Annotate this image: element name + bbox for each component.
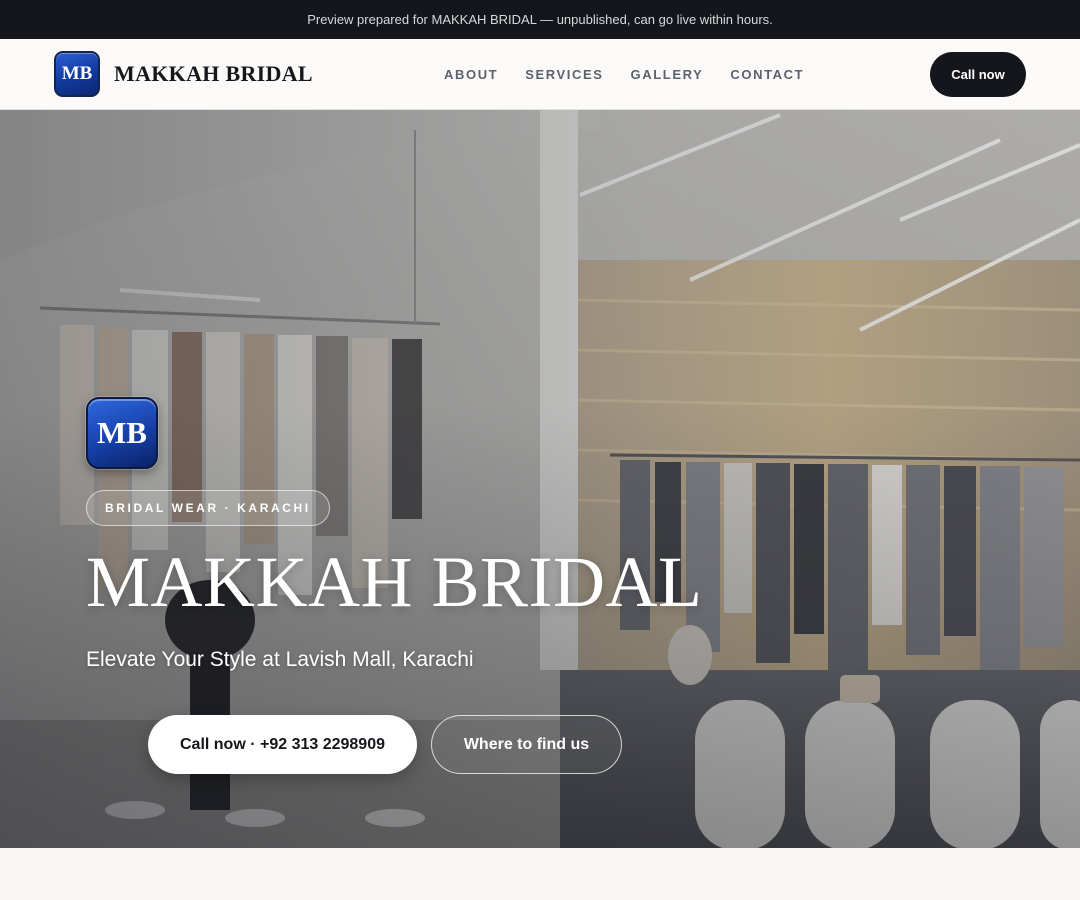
nav-contact[interactable]: CONTACT (730, 67, 804, 82)
hero-title: MAKKAH BRIDAL (86, 542, 703, 622)
nav-about[interactable]: ABOUT (444, 67, 498, 82)
hero-actions: Call now · +92 313 2298909 Where to find… (148, 715, 622, 774)
brand-name[interactable]: MAKKAH BRIDAL (114, 61, 313, 87)
call-now-button[interactable]: Call now · +92 313 2298909 (148, 715, 417, 774)
nav-services[interactable]: SERVICES (525, 67, 603, 82)
brand-logo[interactable]: MB (54, 51, 100, 97)
where-to-find-us-button[interactable]: Where to find us (431, 715, 622, 774)
announcement-bar: Preview prepared for MAKKAH BRIDAL — unp… (0, 0, 1080, 39)
hero-logo: MB (86, 397, 158, 469)
announcement-text: Preview prepared for MAKKAH BRIDAL — unp… (307, 12, 773, 27)
main-nav: ABOUT SERVICES GALLERY CONTACT (444, 39, 804, 110)
header-call-button[interactable]: Call now (930, 52, 1026, 97)
hero-subtitle: Elevate Your Style at Lavish Mall, Karac… (86, 648, 474, 671)
nav-gallery[interactable]: GALLERY (631, 67, 704, 82)
hero-tag: BRIDAL WEAR · KARACHI (86, 490, 330, 526)
hero-content: MB BRIDAL WEAR · KARACHI MAKKAH BRIDAL E… (86, 397, 703, 672)
hero-section: MB BRIDAL WEAR · KARACHI MAKKAH BRIDAL E… (0, 110, 1080, 848)
brand[interactable]: MB MAKKAH BRIDAL (54, 51, 313, 97)
site-header: MB MAKKAH BRIDAL ABOUT SERVICES GALLERY … (0, 39, 1080, 110)
